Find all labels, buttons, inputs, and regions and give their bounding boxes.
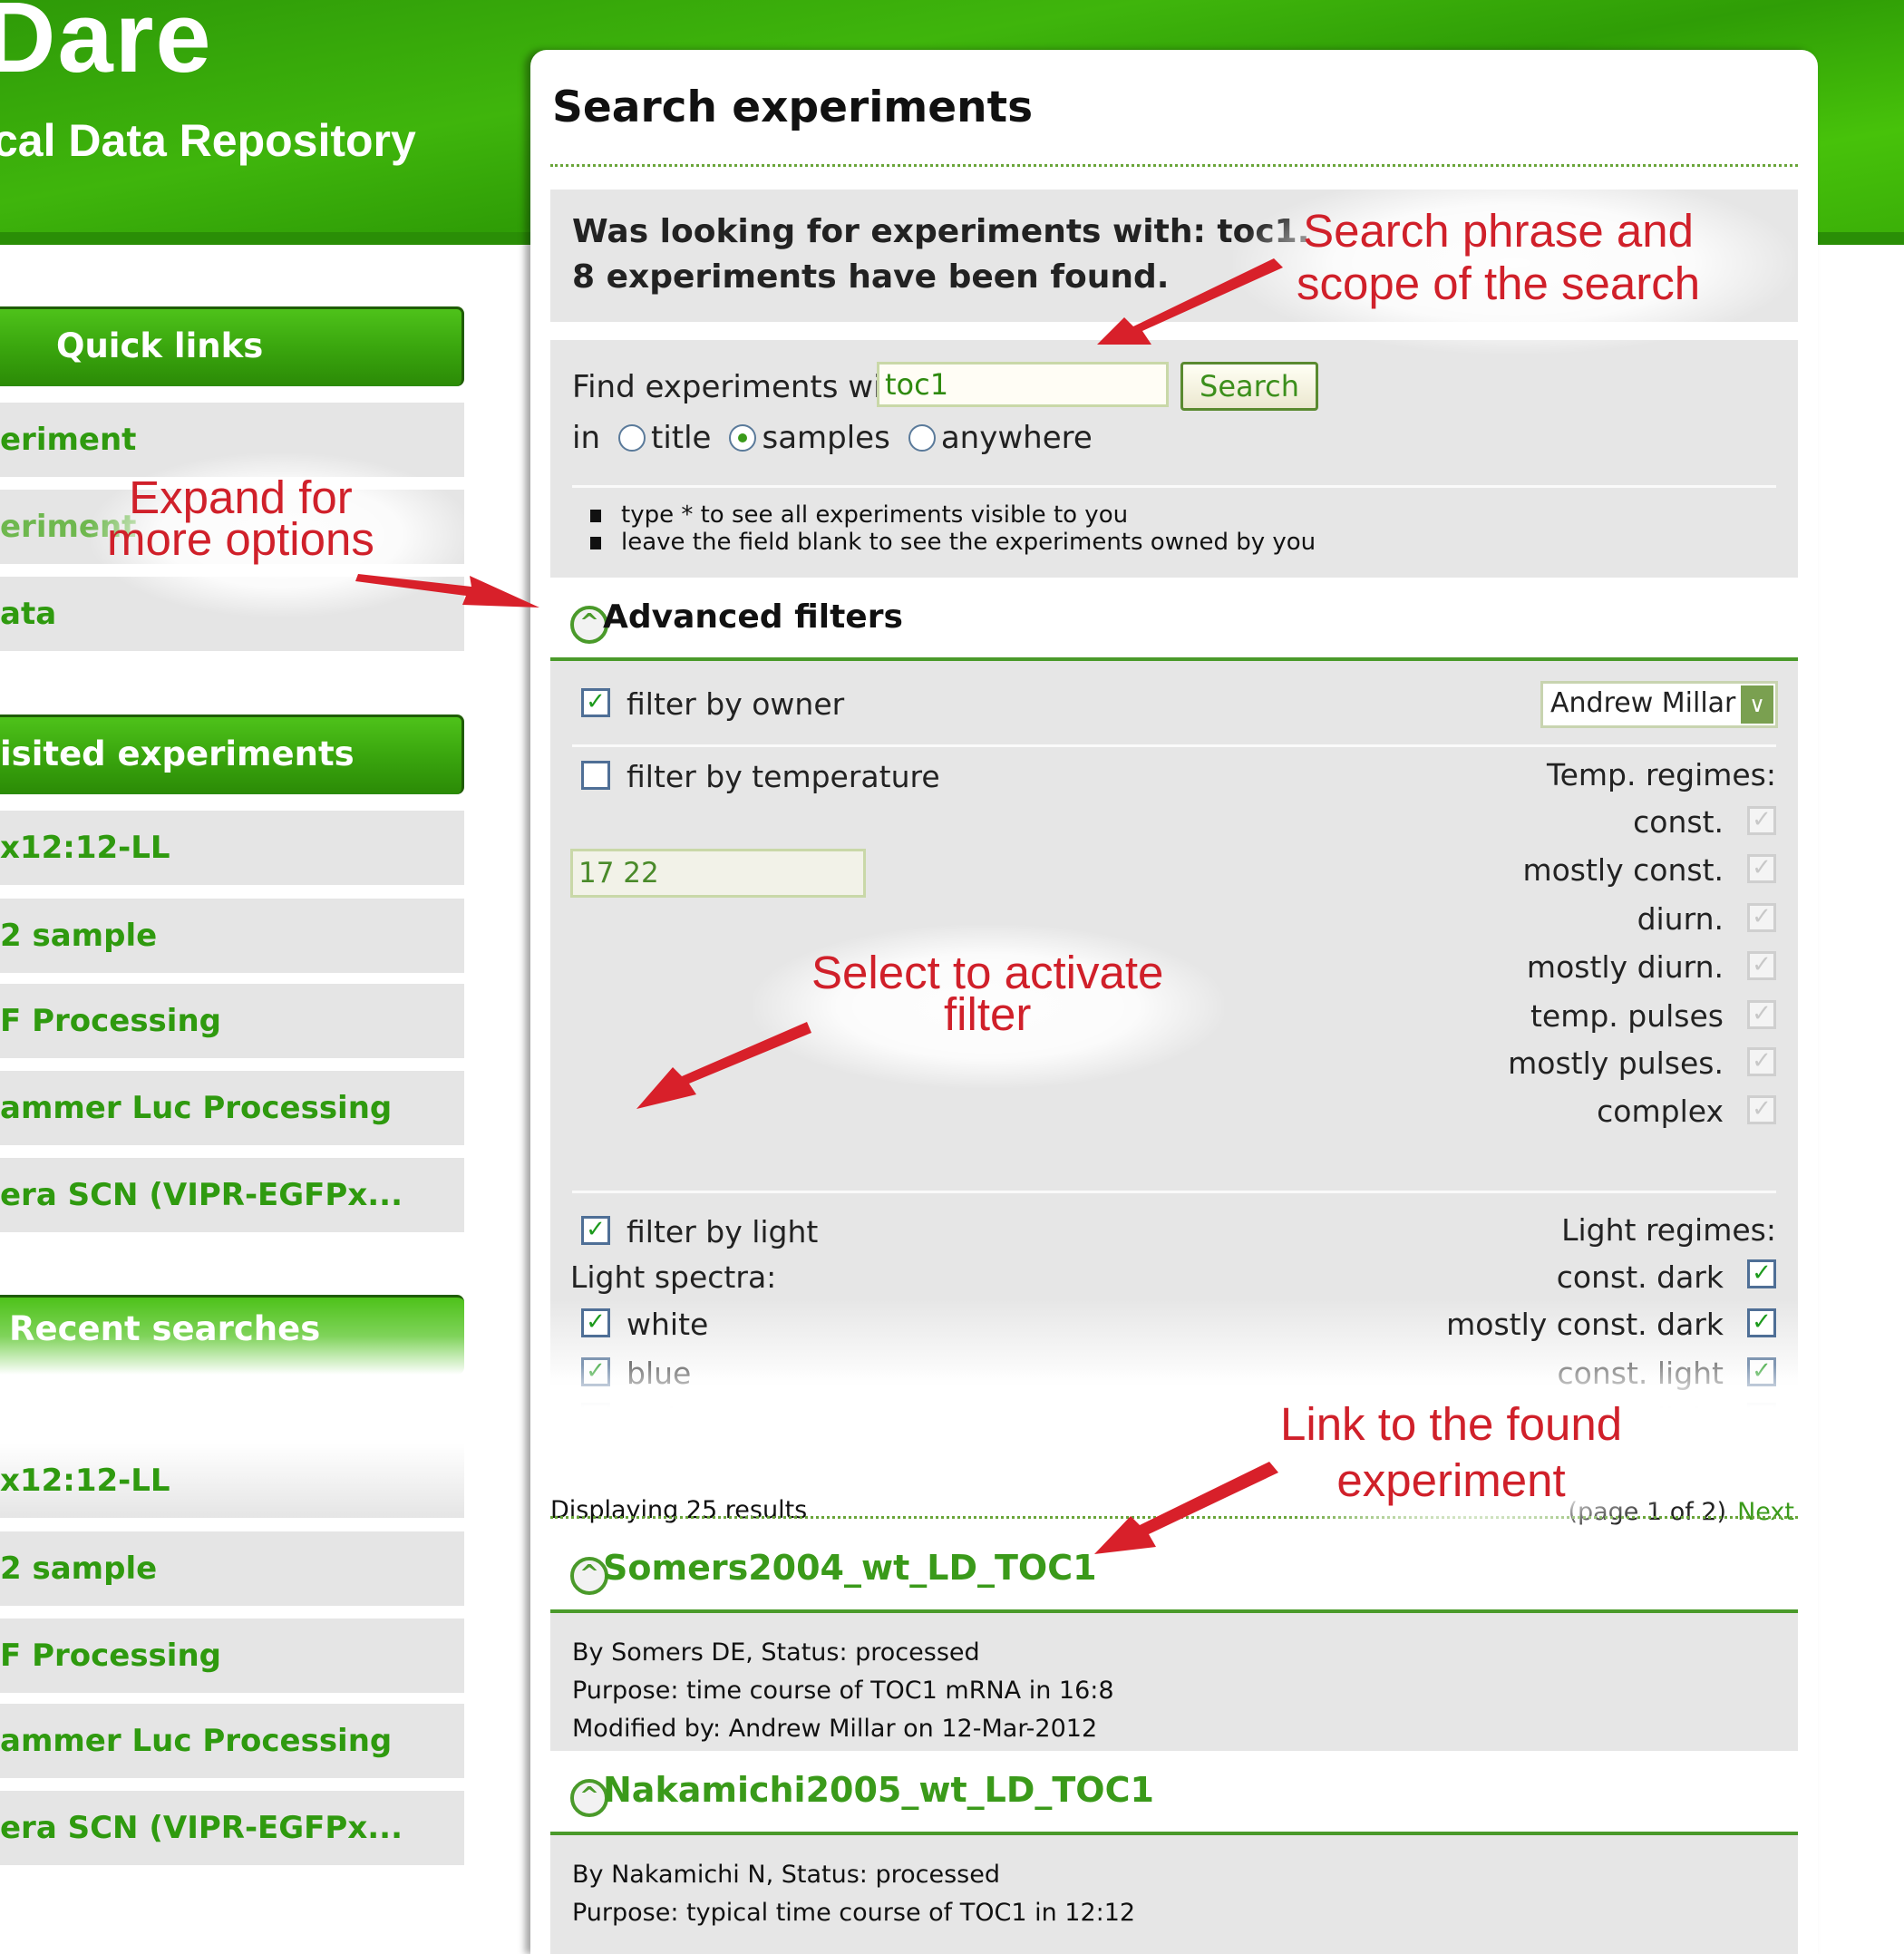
light-regime-label: mostly const. dark [1446,1307,1724,1342]
temp-regime-label: temp. pulses [1530,998,1724,1034]
annotation-line: scope of the search [1297,258,1701,309]
filter-divider [572,1191,1776,1193]
scope-title-label[interactable]: title [651,420,711,456]
recent-search-item[interactable]: F Processing [0,1619,464,1693]
recent-searches-title: Recent searches [9,1309,321,1348]
annotation-line: filter [944,988,1032,1040]
filter-divider [572,744,1776,747]
search-button[interactable]: Search [1180,362,1318,411]
light-spectra-label: Light spectra: [570,1259,777,1295]
filter-temperature-label: filter by temperature [627,759,940,794]
advanced-filters-title: Advanced filters [603,598,903,636]
find-label: Find experiments with: [572,369,924,405]
recent-searches-header: Recent searches [0,1295,464,1375]
filter-owner-checkbox[interactable]: ✓ [581,688,610,717]
experiment-author: By Somers DE, Status: processed [572,1638,980,1667]
annotation-line: more options [107,513,374,565]
visited-item[interactable]: F Processing [0,984,464,1058]
light-regime-label: const. dark [1556,1259,1724,1295]
temp-regime-label: complex [1597,1094,1724,1129]
spectrum-label: white [627,1307,709,1342]
temp-regime-label: const. [1633,804,1724,840]
recent-search-item[interactable]: era SCN (VIPR-EGFPx... [0,1791,464,1865]
summary-query: Was looking for experiments with: toc1. [572,213,1310,250]
experiment-details: By Somers DE, Status: processed Purpose:… [550,1613,1798,1751]
annotation-search-phrase: Search phrase and scope of the search [1297,205,1700,310]
temp-regime-checkbox[interactable]: ✓ [1747,903,1776,932]
temp-regime-label: mostly const. [1522,852,1724,888]
temp-regime-checkbox[interactable]: ✓ [1747,1095,1776,1124]
annotation-arrow-icon [1097,258,1283,345]
annotation-select-filter: Select to activate filter [811,949,1163,1040]
visited-item[interactable]: x12:12-LL [0,811,464,885]
filter-temperature-checkbox[interactable] [581,761,610,790]
visited-experiments-header: isited experiments [0,715,464,794]
experiment-purpose: Purpose: typical time course of TOC1 in … [572,1899,1136,1927]
next-page-link[interactable]: Next [1737,1498,1794,1526]
spectrum-checkbox[interactable]: ✓ [581,1308,610,1337]
quick-links-header: Quick links [0,306,464,386]
temp-regime-label: mostly pulses. [1508,1045,1724,1081]
temp-regimes-label: Temp. regimes: [1547,757,1776,792]
temp-regime-label: mostly diurn. [1526,949,1724,985]
experiment-modified: Modified by: Andrew Millar on 12-Mar-201… [572,1715,1098,1743]
scope-in-label: in [572,420,600,456]
search-tip: leave the field blank to see the experim… [590,529,1316,556]
experiment-author: By Nakamichi N, Status: processed [572,1861,1000,1889]
filter-light-checkbox[interactable]: ✓ [581,1216,610,1245]
temp-regime-checkbox[interactable]: ✓ [1747,1000,1776,1029]
light-regimes-label: Light regimes: [1561,1212,1776,1248]
experiment-link[interactable]: Somers2004_wt_LD_TOC1 [603,1548,1097,1588]
visited-experiments-title: isited experiments [0,734,355,773]
scope-title-radio[interactable] [618,424,646,452]
temp-regime-checkbox[interactable]: ✓ [1747,1047,1776,1076]
visited-item[interactable]: 2 sample [0,899,464,973]
annotation-arrow-icon [1094,1462,1278,1554]
page-title: Search experiments [552,83,1034,132]
scope-anywhere-radio[interactable] [908,424,936,452]
search-tip: type * to see all experiments visible to… [590,501,1128,529]
advanced-filters-toggle[interactable]: ^ Advanced filters [550,589,1798,661]
results-count: Displaying 25 results [550,1496,808,1524]
scope-anywhere-label[interactable]: anywhere [941,420,1093,456]
annotation-arrow-icon [636,1022,811,1109]
annotation-expand: Expand for more options [107,474,374,565]
chevron-down-icon[interactable]: ∨ [1741,685,1773,724]
site-tagline: cal Data Repository [0,115,416,166]
title-divider [550,164,1798,167]
owner-select[interactable]: Andrew Millar ∨ [1540,681,1778,728]
visited-item[interactable]: ammer Luc Processing [0,1071,464,1145]
annotation-link-found: Link to the found experiment [1280,1396,1622,1509]
annotation-line: Link to the found [1280,1398,1623,1450]
temp-regime-checkbox[interactable]: ✓ [1747,951,1776,980]
experiment-link[interactable]: Nakamichi2005_wt_LD_TOC1 [603,1770,1154,1810]
scope-samples-radio[interactable] [729,424,757,452]
recent-search-item[interactable]: 2 sample [0,1531,464,1606]
temperature-input[interactable] [570,849,866,898]
owner-select-value: Andrew Millar [1550,687,1736,719]
quick-links-title: Quick links [56,326,264,365]
annotation-line: experiment [1336,1454,1566,1506]
search-form: Find experiments with: Search in title s… [550,340,1798,578]
scope-row: in title samples anywhere [572,420,1093,456]
temp-regime-checkbox[interactable]: ✓ [1747,806,1776,835]
search-input[interactable] [877,362,1169,407]
experiment-purpose: Purpose: time course of TOC1 mRNA in 16:… [572,1677,1114,1705]
site-logo[interactable]: Dare [0,0,213,95]
filter-owner-label: filter by owner [627,686,845,722]
scope-samples-label[interactable]: samples [762,420,889,456]
filter-light-label: filter by light [627,1214,819,1249]
annotation-line: Search phrase and [1303,205,1695,257]
experiment-header[interactable]: ^ Nakamichi2005_wt_LD_TOC1 [550,1761,1798,1835]
visited-item[interactable]: era SCN (VIPR-EGFPx... [0,1158,464,1232]
form-divider [572,485,1776,488]
light-regime-checkbox[interactable]: ✓ [1747,1308,1776,1337]
annotation-arrow-icon [355,574,539,608]
light-regime-checkbox[interactable]: ✓ [1747,1259,1776,1288]
temp-regime-label: diurn. [1637,901,1724,937]
recent-search-item[interactable]: ammer Luc Processing [0,1704,464,1778]
experiment-details: By Nakamichi N, Status: processed Purpos… [550,1835,1798,1954]
recent-search-item[interactable]: x12:12-LL [0,1444,464,1518]
temp-regime-checkbox[interactable]: ✓ [1747,854,1776,883]
